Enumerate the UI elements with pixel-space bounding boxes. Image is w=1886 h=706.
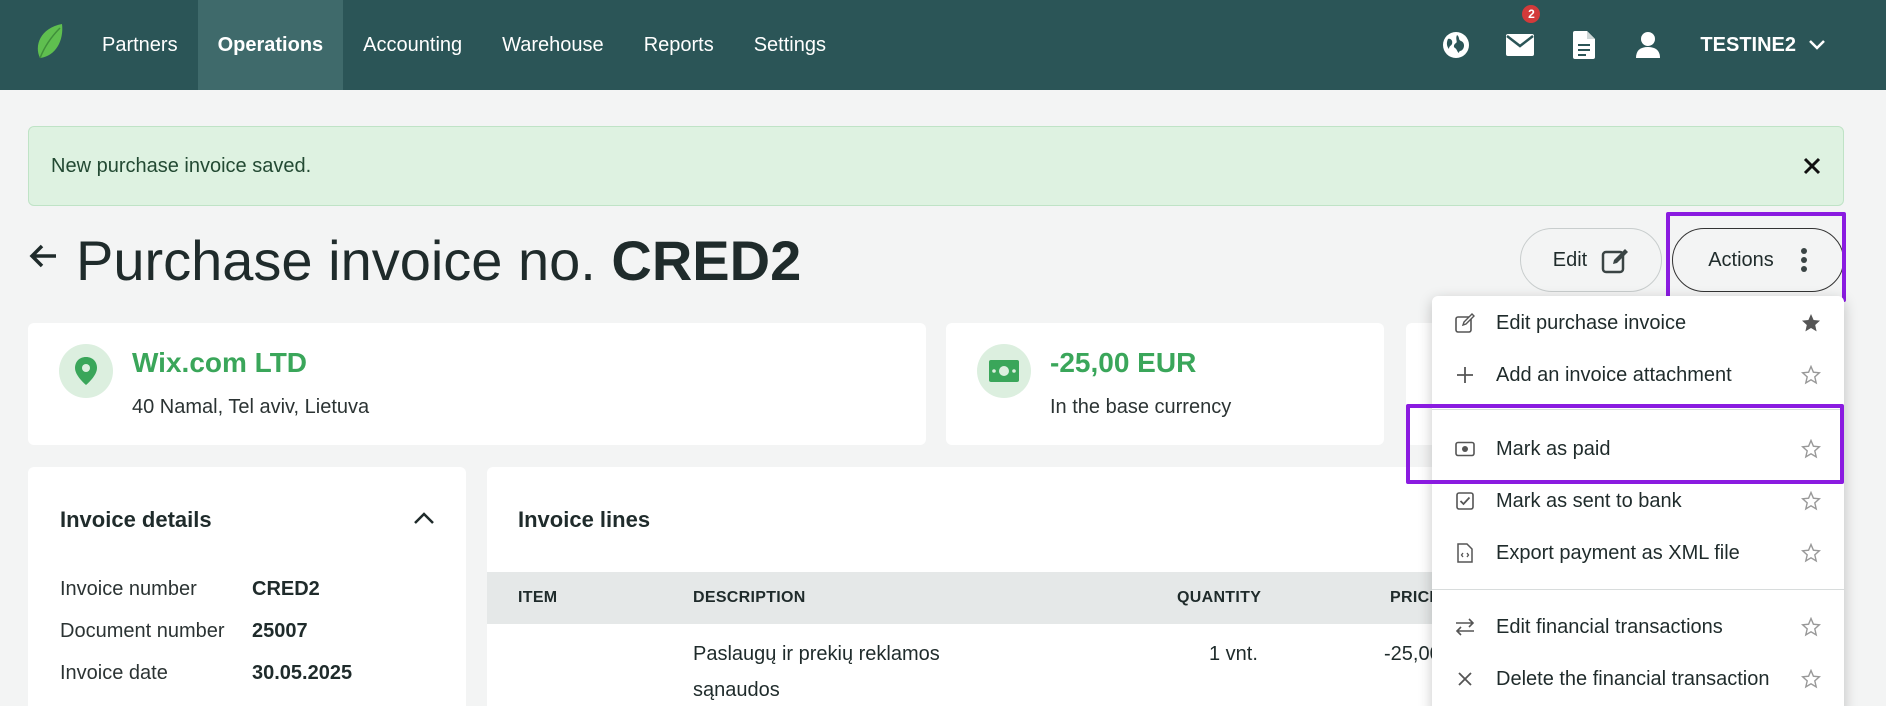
page-title-number: CRED2: [611, 229, 802, 292]
actions-button-label: Actions: [1708, 248, 1774, 271]
success-alert: New purchase invoice saved.: [28, 126, 1844, 206]
line-description: Paslaugų ir prekių reklamos: [693, 643, 940, 665]
menu-item-add-invoice-attachment[interactable]: Add an invoice attachment: [1432, 349, 1844, 401]
top-navigation: Partners Operations Accounting Warehouse…: [0, 0, 1886, 90]
star-outline-icon[interactable]: [1800, 490, 1822, 512]
money-bill-icon: [989, 360, 1019, 382]
star-outline-icon[interactable]: [1800, 616, 1822, 638]
menu-item-label: Mark as paid: [1496, 437, 1611, 460]
arrows-exchange-icon: [1454, 616, 1476, 638]
star-outline-icon[interactable]: [1800, 542, 1822, 564]
chevron-up-icon[interactable]: [413, 511, 435, 525]
menu-item-label: Mark as sent to bank: [1496, 489, 1682, 512]
page-title: Purchase invoice no. CRED2: [76, 228, 801, 293]
table-header: ITEM DESCRIPTION QUANTITY PRICE: [487, 572, 1587, 624]
alert-message: New purchase invoice saved.: [51, 154, 312, 177]
star-filled-icon[interactable]: [1800, 312, 1822, 334]
nav-partners[interactable]: Partners: [82, 0, 198, 90]
detail-label: Invoice number: [60, 578, 197, 600]
menu-item-export-payment-xml[interactable]: Export payment as XML file: [1432, 527, 1844, 579]
messages-button[interactable]: 2: [1488, 0, 1552, 90]
edit-icon: [1601, 249, 1629, 274]
menu-item-edit-purchase-invoice[interactable]: Edit purchase invoice: [1432, 297, 1844, 349]
documents-button[interactable]: [1552, 0, 1616, 90]
menu-item-label: Edit purchase invoice: [1496, 311, 1687, 334]
language-button[interactable]: [1424, 0, 1488, 90]
amount-value: -25,00 EUR: [1050, 347, 1197, 378]
menu-item-label: Delete the financial transaction: [1496, 667, 1770, 690]
partner-address: 40 Namal, Tel aviv, Lietuva: [132, 396, 370, 418]
company-selector[interactable]: TESTINE2: [1680, 34, 1886, 57]
detail-label: Invoice date: [60, 662, 168, 684]
line-description-cont: sąnaudos: [693, 679, 780, 701]
close-icon: [1454, 668, 1476, 690]
nav-reports[interactable]: Reports: [624, 0, 734, 90]
company-name: TESTINE2: [1700, 33, 1796, 56]
location-pin-icon: [75, 357, 97, 385]
page-title-prefix: Purchase invoice no.: [76, 229, 596, 292]
nav-settings[interactable]: Settings: [734, 0, 846, 90]
menu-item-edit-financial-transactions[interactable]: Edit financial transactions: [1432, 601, 1844, 653]
menu-item-delete-financial-transaction[interactable]: Delete the financial transaction: [1432, 653, 1844, 705]
mail-badge: 2: [1522, 5, 1541, 23]
invoice-lines-title: Invoice lines: [518, 507, 651, 532]
actions-button[interactable]: Actions: [1672, 228, 1844, 292]
detail-value: 25007: [252, 620, 308, 642]
checkbox-icon: [1454, 490, 1476, 512]
column-header-description[interactable]: DESCRIPTION: [693, 589, 806, 607]
invoice-details-title: Invoice details: [60, 507, 212, 532]
amount-card: -25,00 EUR In the base currency: [946, 323, 1384, 445]
nav-operations[interactable]: Operations: [197, 0, 344, 90]
leaf-logo-icon[interactable]: [34, 22, 64, 62]
nav-accounting[interactable]: Accounting: [343, 0, 482, 90]
amount-icon-circle: [977, 344, 1031, 398]
menu-divider: [1432, 409, 1844, 410]
menu-item-mark-as-sent-to-bank[interactable]: Mark as sent to bank: [1432, 475, 1844, 527]
alert-close-button[interactable]: [1799, 153, 1825, 179]
mail-icon: [1506, 34, 1535, 56]
money-icon: [1454, 438, 1476, 460]
partner-card: Wix.com LTD 40 Namal, Tel aviv, Lietuva: [28, 323, 926, 445]
column-header-quantity[interactable]: QUANTITY: [1177, 589, 1261, 607]
nav-warehouse[interactable]: Warehouse: [482, 0, 624, 90]
user-icon: [1636, 32, 1661, 58]
pencil-icon: [1454, 312, 1476, 334]
partner-name[interactable]: Wix.com LTD: [132, 347, 307, 379]
menu-item-label: Edit financial transactions: [1496, 615, 1723, 638]
close-icon: [1803, 157, 1821, 175]
amount-caption: In the base currency: [1050, 396, 1232, 418]
edit-button-label: Edit: [1552, 248, 1588, 271]
chevron-down-icon: [1809, 40, 1825, 50]
star-outline-icon[interactable]: [1800, 364, 1822, 386]
menu-divider: [1432, 589, 1844, 590]
star-outline-icon[interactable]: [1800, 668, 1822, 690]
detail-value: 30.05.2025: [252, 662, 353, 684]
detail-label: Document number: [60, 620, 225, 642]
actions-menu: Edit purchase invoice Add an invoice att…: [1432, 296, 1844, 706]
star-outline-icon[interactable]: [1800, 438, 1822, 460]
line-quantity: 1 vnt.: [1209, 643, 1258, 665]
menu-item-label: Add an invoice attachment: [1496, 363, 1732, 386]
menu-item-label: Export payment as XML file: [1496, 541, 1740, 564]
invoice-details-panel: Invoice details Invoice number CRED2 Doc…: [28, 467, 466, 706]
edit-button[interactable]: Edit: [1520, 228, 1662, 292]
column-header-item[interactable]: ITEM: [518, 589, 557, 607]
back-arrow-icon[interactable]: [28, 240, 60, 272]
detail-value: CRED2: [252, 578, 320, 600]
globe-icon: [1443, 32, 1470, 58]
more-vertical-icon: [1800, 248, 1807, 272]
file-code-icon: [1454, 542, 1476, 564]
plus-icon: [1454, 364, 1476, 386]
document-icon: [1573, 31, 1596, 59]
profile-button[interactable]: [1616, 0, 1680, 90]
menu-item-mark-as-paid[interactable]: Mark as paid: [1432, 423, 1844, 475]
partner-icon-circle: [59, 344, 113, 398]
